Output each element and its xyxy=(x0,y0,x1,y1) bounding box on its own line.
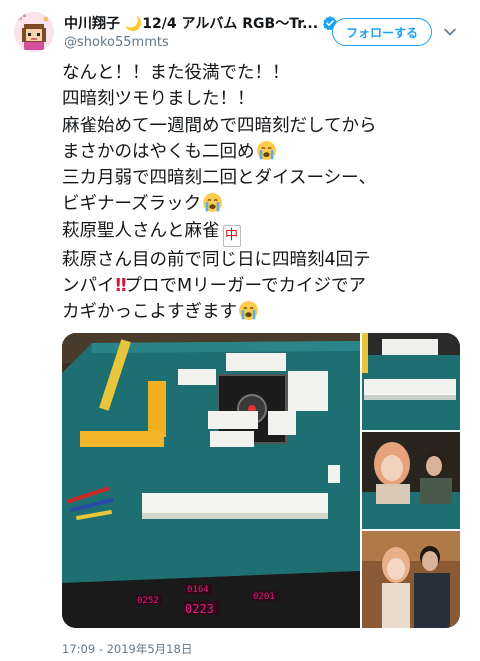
score-display-3: 0201 xyxy=(253,592,275,602)
tweet-line: 萩原さん目の前で同じ日に四暗刻4回テ xyxy=(62,249,371,270)
mahjong-red-dragon-icon: 中 xyxy=(222,224,241,247)
follow-button[interactable]: フォローする xyxy=(332,18,432,46)
photo-players[interactable] xyxy=(362,432,460,529)
tweet-line: 三カ月弱で四暗刻二回とダイスーシー、 xyxy=(62,168,376,189)
timestamp[interactable]: 17:09 - 2019年5月18日 xyxy=(62,641,192,657)
avatar[interactable] xyxy=(14,12,54,52)
photo-posing[interactable] xyxy=(362,531,460,628)
loudly-crying-face-icon xyxy=(256,140,276,160)
user-handle[interactable]: @shoko55mmts xyxy=(64,35,169,50)
tweet-card: 中川翔子 🌙12/4 アルバム RGB〜Tr... @shoko55mmts フ… xyxy=(0,0,480,661)
media-grid: 0252 0164 0223 0201 xyxy=(62,333,460,628)
tweet-line: 麻雀始めて一週間めで四暗刻だしてから xyxy=(62,115,377,136)
display-name[interactable]: 中川翔子 🌙12/4 アルバム RGB〜Tr... xyxy=(64,13,318,33)
score-display-2: 0223 xyxy=(185,602,214,616)
chevron-down-icon[interactable] xyxy=(443,25,457,39)
tweet-line: なんと！！また役満でた！！ xyxy=(62,63,290,83)
loudly-crying-face-icon xyxy=(239,301,258,321)
score-display-0: 0252 xyxy=(137,596,159,606)
tweet-line: まさかのはやくも二回め xyxy=(62,139,472,165)
tweet-text: なんと！！また役満でた！！ 四暗刻ツモりました！！ 麻雀始めて一週間めで四暗刻だ… xyxy=(62,60,472,326)
score-display-1: 0164 xyxy=(187,585,209,595)
tweet-line: カギかっこよすぎます xyxy=(62,299,472,325)
tweet-line: 萩原聖人さんと麻雀中 xyxy=(62,218,472,247)
loudly-crying-face-icon xyxy=(203,193,223,213)
tweet-line: 四暗刻ツモりました！！ xyxy=(62,89,255,110)
photo-mahjong-table[interactable]: 0252 0164 0223 0201 xyxy=(62,333,360,628)
tweet-line: ンパイ‼プロでMリーガーでカイジでア xyxy=(62,276,367,297)
photo-mahjong-closeup[interactable] xyxy=(362,333,460,430)
name-row: 中川翔子 🌙12/4 アルバム RGB〜Tr... xyxy=(64,13,338,33)
tweet-line: ビギナーズラック xyxy=(62,191,472,217)
